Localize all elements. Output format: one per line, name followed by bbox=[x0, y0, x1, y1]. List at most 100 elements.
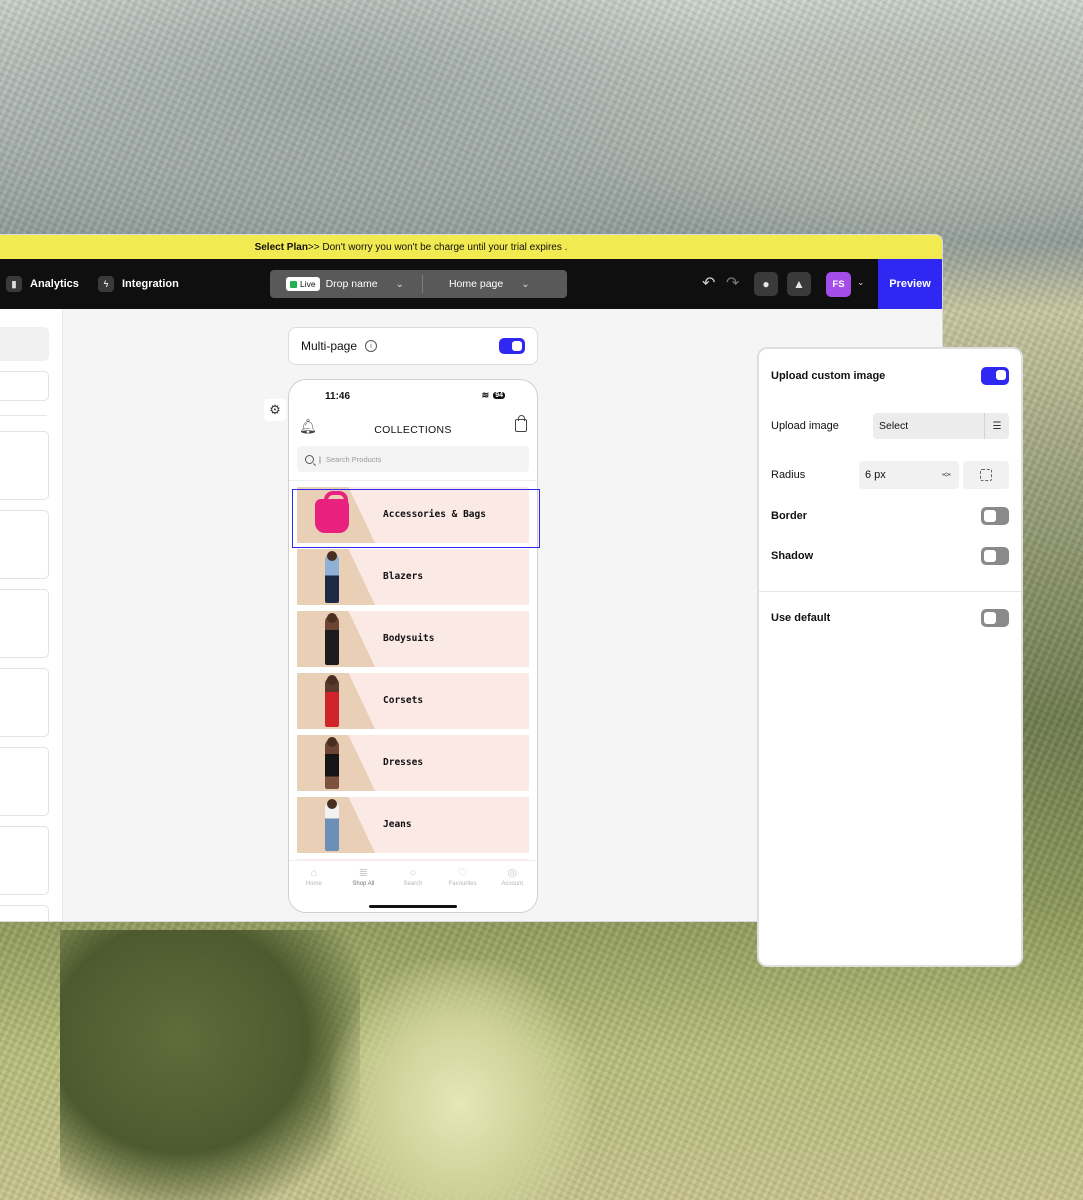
chevron-down-icon[interactable]: ⌄ bbox=[521, 279, 529, 290]
model-image bbox=[325, 737, 339, 789]
collection-thumbnail bbox=[297, 797, 375, 853]
background-river bbox=[330, 960, 590, 1200]
sidebar-card[interactable] bbox=[0, 668, 49, 737]
tab-label: Account bbox=[501, 881, 524, 887]
collection-list: Accessories & Bags Blazers Bodysuits Cor… bbox=[289, 487, 537, 879]
upload-custom-image-label: Upload custom image bbox=[771, 370, 886, 382]
page-title: COLLECTIONS bbox=[374, 424, 452, 436]
phone-status-bar: 11:46 ≋ 94 bbox=[289, 380, 537, 410]
tab-account[interactable]: ◎ Account bbox=[492, 867, 532, 912]
model-image bbox=[325, 613, 339, 665]
shadow-toggle[interactable] bbox=[981, 547, 1009, 565]
phone-preview: 11:46 ≋ 94 🔔︎ COLLECTIONS | Search Produ… bbox=[288, 379, 538, 913]
sidebar-card[interactable] bbox=[0, 510, 49, 579]
nav-analytics[interactable]: ▮ Analytics bbox=[6, 259, 79, 309]
collection-label: Jeans bbox=[383, 819, 412, 830]
multipage-toggle[interactable] bbox=[499, 338, 525, 354]
collection-row-dresses[interactable]: Dresses bbox=[297, 735, 529, 791]
select-plan-link[interactable]: Select Plan bbox=[255, 242, 308, 253]
header-divider bbox=[289, 480, 537, 481]
multipage-bar: Multi-page i bbox=[288, 327, 538, 365]
chevron-down-icon[interactable]: ⌄ bbox=[857, 277, 865, 288]
tab-label: Home bbox=[305, 881, 322, 887]
shadow-label: Shadow bbox=[771, 550, 814, 562]
upload-custom-image-toggle[interactable] bbox=[981, 367, 1009, 385]
collection-row-accessories-bags[interactable]: Accessories & Bags bbox=[297, 487, 529, 543]
radius-value: 6 px bbox=[865, 469, 886, 481]
select-label: Select bbox=[879, 420, 909, 432]
redo-icon[interactable]: ↷ bbox=[726, 273, 739, 293]
sidebar-card[interactable] bbox=[0, 747, 49, 816]
database-icon[interactable]: ☰ bbox=[984, 413, 1009, 439]
left-sidebar bbox=[0, 309, 63, 921]
border-toggle[interactable] bbox=[981, 507, 1009, 525]
sidebar-item[interactable] bbox=[0, 327, 49, 361]
collection-label: Corsets bbox=[383, 695, 424, 706]
sidebar-card[interactable] bbox=[0, 589, 49, 658]
trial-banner[interactable]: Select Plan >> Don't worry you won't be … bbox=[0, 235, 942, 259]
collection-thumbnail bbox=[297, 611, 375, 667]
model-image bbox=[325, 675, 339, 727]
nav-analytics-label: Analytics bbox=[30, 278, 79, 290]
use-default-row: Use default bbox=[771, 609, 1009, 627]
stepper-arrows-icon[interactable]: ︿ ﹀ bbox=[942, 468, 951, 483]
home-icon: ⌂ bbox=[310, 867, 318, 879]
page-switcher: Live Drop name ⌄ Home page ⌄ bbox=[270, 270, 567, 298]
multipage-label: Multi-page bbox=[301, 339, 358, 353]
collection-row-bodysuits[interactable]: Bodysuits bbox=[297, 611, 529, 667]
phone-tab-bar: ⌂ Home ≣ Shop All ○ Search ♡ Favourites … bbox=[289, 860, 537, 912]
panel-divider bbox=[759, 591, 1021, 592]
apple-icon[interactable]: ● bbox=[754, 272, 778, 296]
collection-row-blazers[interactable]: Blazers bbox=[297, 549, 529, 605]
live-label: Live bbox=[300, 279, 316, 289]
use-default-toggle[interactable] bbox=[981, 609, 1009, 627]
page-select[interactable]: Home page bbox=[449, 278, 503, 290]
background-rock bbox=[60, 930, 360, 1200]
collection-label: Bodysuits bbox=[383, 633, 435, 644]
corners-button[interactable] bbox=[963, 461, 1009, 489]
collection-row-corsets[interactable]: Corsets bbox=[297, 673, 529, 729]
undo-icon[interactable]: ↶ bbox=[702, 273, 715, 293]
upload-image-select[interactable]: Select ☰ bbox=[873, 413, 1009, 439]
heart-icon: ♡ bbox=[457, 867, 468, 879]
collection-row-jeans[interactable]: Jeans bbox=[297, 797, 529, 853]
search-input[interactable]: | Search Products bbox=[297, 446, 529, 472]
tab-label: Search bbox=[403, 881, 423, 887]
collection-label: Accessories & Bags bbox=[383, 509, 486, 520]
model-image bbox=[325, 799, 339, 851]
status-time: 11:46 bbox=[325, 391, 351, 402]
home-indicator bbox=[369, 905, 457, 908]
gear-icon[interactable]: ⚙ bbox=[264, 399, 286, 421]
drop-name-select[interactable]: Drop name bbox=[326, 278, 378, 290]
android-icon[interactable]: ▲ bbox=[787, 272, 811, 296]
shopping-bag-icon[interactable] bbox=[515, 415, 527, 432]
search-caret: | bbox=[319, 454, 321, 464]
properties-panel: Upload custom image Upload image Select … bbox=[757, 347, 1023, 967]
trial-banner-text: >> Don't worry you won't be charge until… bbox=[307, 241, 568, 253]
avatar[interactable]: FS bbox=[826, 272, 851, 297]
nav-integration[interactable]: ϟ Integration bbox=[98, 259, 179, 309]
radius-row: Radius 6 px ︿ ﹀ bbox=[771, 461, 1009, 489]
preview-button[interactable]: Preview bbox=[878, 259, 942, 309]
collection-thumbnail bbox=[297, 673, 375, 729]
upload-image-label: Upload image bbox=[771, 420, 839, 432]
tab-label: Shop All bbox=[352, 881, 375, 887]
sidebar-card[interactable] bbox=[0, 905, 49, 921]
upload-custom-image-row: Upload custom image bbox=[771, 367, 1009, 385]
search-icon: ○ bbox=[409, 867, 417, 879]
live-dot-icon bbox=[290, 280, 297, 288]
sidebar-input[interactable] bbox=[0, 371, 49, 401]
sidebar-card[interactable] bbox=[0, 826, 49, 895]
tab-home[interactable]: ⌂ Home bbox=[294, 867, 334, 912]
shadow-row: Shadow bbox=[771, 547, 1009, 565]
chevron-down-icon[interactable]: ⌄ bbox=[396, 279, 404, 290]
use-default-label: Use default bbox=[771, 612, 831, 624]
sidebar-card[interactable] bbox=[0, 431, 49, 500]
radius-label: Radius bbox=[771, 469, 806, 481]
border-label: Border bbox=[771, 510, 808, 522]
info-icon[interactable]: i bbox=[365, 340, 378, 352]
radius-stepper[interactable]: 6 px ︿ ﹀ bbox=[859, 461, 959, 489]
sidebar-divider bbox=[0, 415, 47, 416]
status-icons: ≋ 94 bbox=[482, 390, 505, 401]
collection-label: Dresses bbox=[383, 757, 424, 768]
